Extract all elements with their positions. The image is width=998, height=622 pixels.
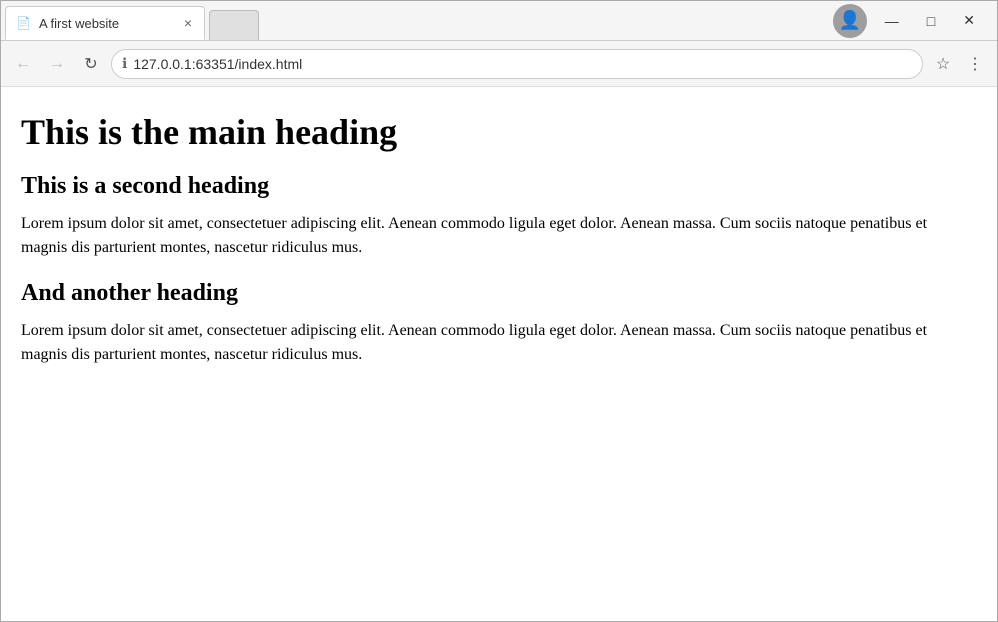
maximize-button[interactable]: □ xyxy=(917,9,945,33)
reload-button[interactable]: ↻ xyxy=(77,50,105,78)
address-bar: ← → ↻ ℹ 127.0.0.1:63351/index.html ☆ ⋮ xyxy=(1,41,997,87)
reload-icon: ↻ xyxy=(84,54,97,74)
info-icon: ℹ xyxy=(122,55,127,72)
address-actions: ☆ ⋮ xyxy=(929,50,989,78)
section-1: This is a second heading Lorem ipsum dol… xyxy=(21,173,977,260)
browser-window: 📄 A first website × 👤 — □ ✕ ← → ↻ ℹ 12 xyxy=(0,0,998,622)
bookmark-icon: ☆ xyxy=(936,54,950,74)
menu-button[interactable]: ⋮ xyxy=(961,50,989,78)
page-main-heading: This is the main heading xyxy=(21,111,977,153)
section-2: And another heading Lorem ipsum dolor si… xyxy=(21,280,977,367)
page-content: This is the main heading This is a secon… xyxy=(1,87,997,621)
close-button[interactable]: ✕ xyxy=(953,8,985,33)
tab-page-icon: 📄 xyxy=(16,16,31,30)
address-url: 127.0.0.1:63351/index.html xyxy=(133,56,912,72)
back-button[interactable]: ← xyxy=(9,50,37,78)
section-2-paragraph: Lorem ipsum dolor sit amet, consectetuer… xyxy=(21,319,977,367)
forward-button[interactable]: → xyxy=(43,50,71,78)
tab-close-button[interactable]: × xyxy=(182,15,194,31)
bookmark-button[interactable]: ☆ xyxy=(929,50,957,78)
tab-strip: 📄 A first website × xyxy=(1,1,821,40)
back-icon: ← xyxy=(15,55,31,73)
window-controls: 👤 — □ ✕ xyxy=(821,1,997,40)
profile-button[interactable]: 👤 xyxy=(833,4,867,38)
menu-icon: ⋮ xyxy=(967,54,983,74)
title-bar: 📄 A first website × 👤 — □ ✕ xyxy=(1,1,997,41)
tab-title: A first website xyxy=(39,16,174,31)
profile-icon: 👤 xyxy=(839,10,861,31)
active-tab[interactable]: 📄 A first website × xyxy=(5,6,205,40)
inactive-tab[interactable] xyxy=(209,10,259,40)
section-1-paragraph: Lorem ipsum dolor sit amet, consectetuer… xyxy=(21,212,977,260)
address-input-wrapper[interactable]: ℹ 127.0.0.1:63351/index.html xyxy=(111,49,923,79)
minimize-button[interactable]: — xyxy=(875,9,909,33)
forward-icon: → xyxy=(49,55,65,73)
section-1-heading: This is a second heading xyxy=(21,173,977,200)
section-2-heading: And another heading xyxy=(21,280,977,307)
